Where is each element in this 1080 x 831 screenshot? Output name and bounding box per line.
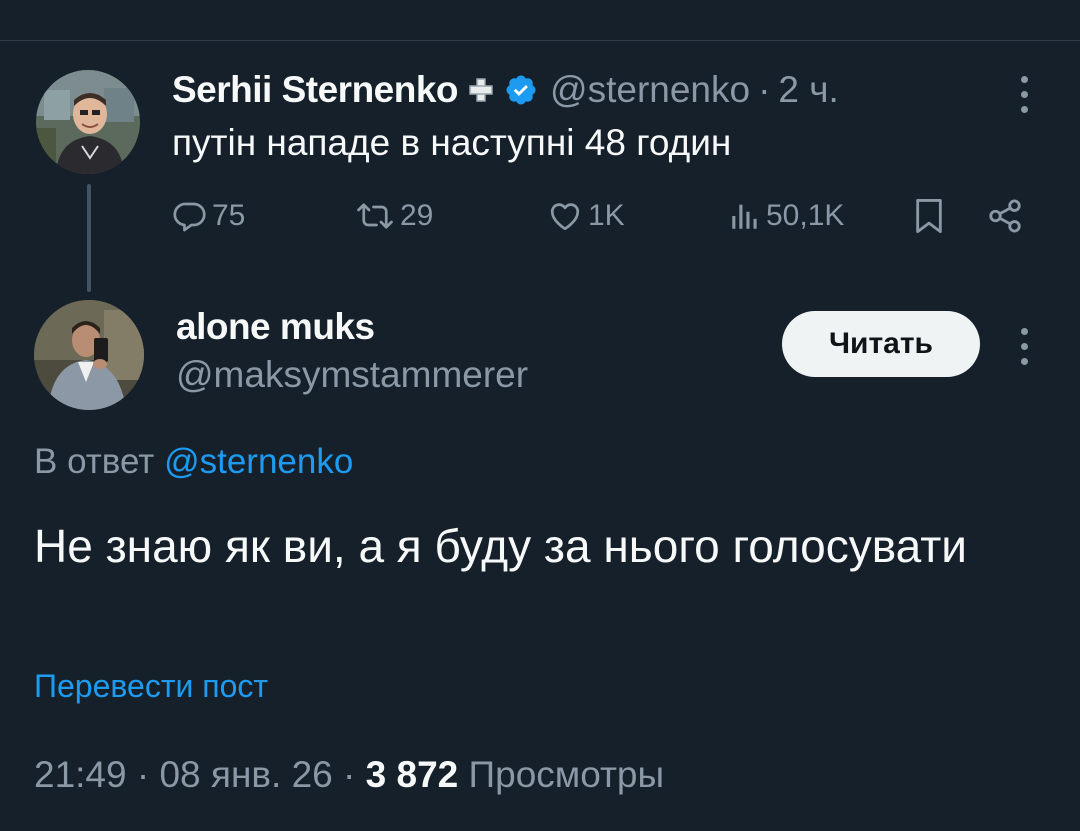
- quoted-more-options-icon[interactable]: [1012, 70, 1036, 118]
- thread-connector: [87, 184, 91, 292]
- like-button[interactable]: 1K: [546, 194, 625, 238]
- quoted-time[interactable]: 2 ч.: [778, 69, 838, 111]
- reply-author-name[interactable]: alone muks: [176, 306, 375, 348]
- post-views-count[interactable]: 3 872: [366, 754, 459, 795]
- bookmark-icon: [916, 199, 942, 233]
- views-button[interactable]: 50,1K: [728, 194, 844, 238]
- translate-post-link[interactable]: Перевести пост: [34, 668, 268, 705]
- avatar-maksymstammerer[interactable]: [34, 300, 144, 410]
- quoted-text: путін нападе в наступні 48 годин: [172, 122, 732, 163]
- like-count: 1K: [588, 199, 625, 232]
- quoted-header: Serhii Sternenko @sternenko · 2 ч.: [172, 66, 839, 114]
- meta-separator: ·: [136, 754, 150, 795]
- repost-icon: [357, 203, 393, 229]
- avatar-sternenko-image: [36, 70, 140, 174]
- heart-icon: [550, 203, 580, 231]
- post-time[interactable]: 21:49: [34, 754, 127, 795]
- avatar-maksymstammerer-image: [34, 300, 144, 410]
- repost-button[interactable]: 29: [354, 194, 433, 238]
- share-icon: [989, 199, 1021, 233]
- reply-button[interactable]: 75: [172, 194, 245, 238]
- medical-cross-icon: [466, 75, 496, 105]
- post-metadata: 21:49 · 08 янв. 26 · 3 872 Просмотры: [34, 754, 664, 796]
- share-button[interactable]: [986, 194, 1024, 238]
- reply-author-handle[interactable]: @maksymstammerer: [176, 354, 528, 396]
- reply-more-options-icon[interactable]: [1012, 322, 1036, 370]
- quoted-separator: ·: [758, 69, 771, 110]
- post-views-label[interactable]: Просмотры: [469, 754, 665, 795]
- repost-count: 29: [400, 199, 434, 232]
- quoted-handle[interactable]: @sternenko: [550, 69, 750, 111]
- reply-to-mention[interactable]: @sternenko: [164, 442, 353, 481]
- reply-text: Не знаю як ви, а я буду за нього голосув…: [34, 520, 968, 572]
- avatar-sternenko[interactable]: [36, 70, 140, 174]
- quoted-action-bar: 75 29 1K 50,1K: [172, 194, 1032, 238]
- bookmark-button[interactable]: [912, 194, 946, 238]
- post-date[interactable]: 08 янв. 26: [159, 754, 332, 795]
- meta-separator: ·: [343, 754, 356, 795]
- views-count: 50,1K: [766, 199, 845, 232]
- quoted-author-name[interactable]: Serhii Sternenko: [172, 69, 459, 111]
- reply-to-line: В ответ @sternenko: [34, 442, 353, 482]
- verified-badge-icon: [506, 75, 536, 105]
- follow-button[interactable]: Читать: [782, 311, 980, 377]
- reply-count: 75: [212, 199, 246, 232]
- reply-icon: [173, 202, 206, 232]
- top-divider: [0, 40, 1080, 41]
- reply-to-prefix: В ответ: [34, 442, 155, 481]
- analytics-icon: [732, 204, 757, 229]
